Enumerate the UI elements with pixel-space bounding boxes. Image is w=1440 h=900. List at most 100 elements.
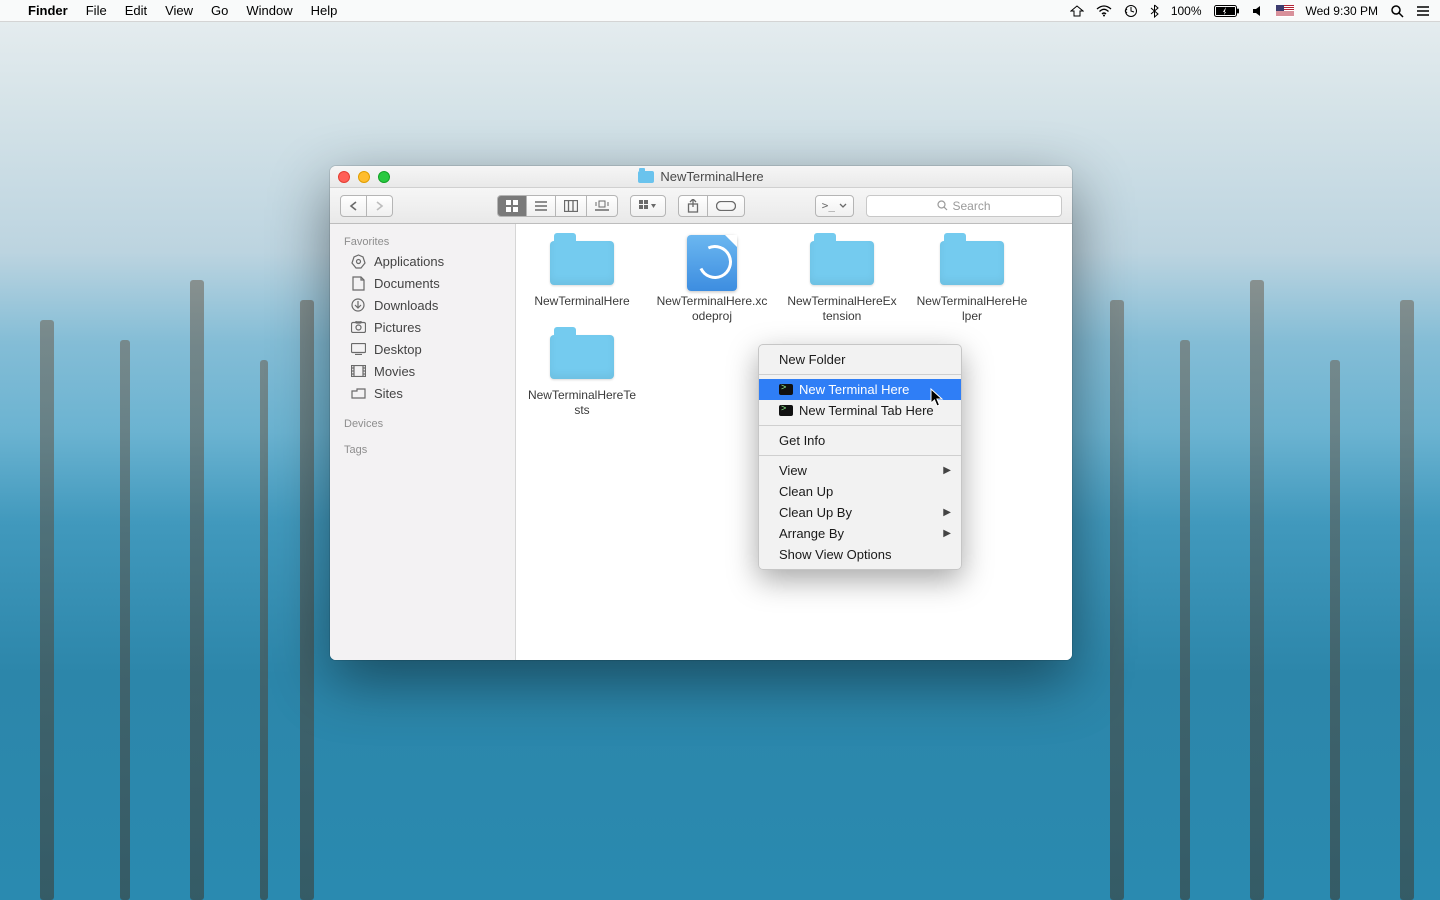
file-item[interactable]: NewTerminalHereExtension xyxy=(786,238,898,324)
status-clock[interactable]: Wed 9:30 PM xyxy=(1306,4,1378,18)
search-field[interactable]: Search xyxy=(866,195,1062,217)
context-menu-label: Clean Up xyxy=(779,484,833,499)
sidebar-item-label: Movies xyxy=(374,364,415,379)
window-titlebar[interactable]: NewTerminalHere xyxy=(330,166,1072,188)
sidebar-item-label: Documents xyxy=(374,276,440,291)
status-input-flag-icon[interactable] xyxy=(1276,5,1294,17)
finder-toolbar: >_ Search xyxy=(330,188,1072,224)
submenu-arrow-icon: ▶ xyxy=(943,507,951,518)
status-notification-icon[interactable] xyxy=(1416,5,1430,17)
context-menu-item[interactable]: Clean Up By ▶ xyxy=(759,502,961,523)
status-battery-percent: 100% xyxy=(1171,4,1202,18)
file-item[interactable]: NewTerminalHere.xcodeproj xyxy=(656,238,768,324)
status-battery-icon[interactable] xyxy=(1214,5,1240,17)
context-menu-separator xyxy=(759,425,961,426)
file-label: NewTerminalHereExtension xyxy=(786,294,898,324)
finder-sidebar: Favorites Applications Documents Downloa… xyxy=(330,224,516,660)
status-sync-icon[interactable] xyxy=(1070,5,1084,17)
movies-icon xyxy=(350,363,366,379)
sidebar-header-devices: Devices xyxy=(330,414,515,432)
menu-view[interactable]: View xyxy=(165,3,193,18)
status-wifi-icon[interactable] xyxy=(1096,5,1112,17)
submenu-arrow-icon: ▶ xyxy=(943,528,951,539)
menubar: Finder File Edit View Go Window Help 100… xyxy=(0,0,1440,22)
view-icon-button[interactable] xyxy=(497,195,527,217)
tags-button[interactable] xyxy=(708,195,745,217)
context-menu-label: New Folder xyxy=(779,352,845,367)
context-menu-separator xyxy=(759,374,961,375)
file-label: NewTerminalHereHelper xyxy=(916,294,1028,324)
sidebar-item-sites[interactable]: Sites xyxy=(330,382,515,404)
folder-icon xyxy=(939,238,1005,288)
submenu-arrow-icon: ▶ xyxy=(943,465,951,476)
status-timemachine-icon[interactable] xyxy=(1124,4,1138,18)
view-coverflow-button[interactable] xyxy=(587,195,618,217)
sidebar-header-tags: Tags xyxy=(330,440,515,458)
menu-edit[interactable]: Edit xyxy=(125,3,147,18)
menu-go[interactable]: Go xyxy=(211,3,228,18)
status-bluetooth-icon[interactable] xyxy=(1150,4,1159,18)
menu-window[interactable]: Window xyxy=(246,3,292,18)
sidebar-item-pictures[interactable]: Pictures xyxy=(330,316,515,338)
xcode-project-icon xyxy=(679,238,745,288)
terminal-icon xyxy=(779,405,793,416)
sidebar-item-label: Applications xyxy=(374,254,444,269)
pictures-icon xyxy=(350,319,366,335)
action-dropdown-button[interactable]: >_ xyxy=(815,195,854,217)
sidebar-item-applications[interactable]: Applications xyxy=(330,250,515,272)
sidebar-item-desktop[interactable]: Desktop xyxy=(330,338,515,360)
view-column-button[interactable] xyxy=(556,195,587,217)
context-menu-item[interactable]: View ▶ xyxy=(759,460,961,481)
sidebar-item-movies[interactable]: Movies xyxy=(330,360,515,382)
file-label: NewTerminalHereTests xyxy=(526,388,638,418)
window-zoom-button[interactable] xyxy=(378,171,390,183)
context-menu-item[interactable]: Get Info xyxy=(759,430,961,451)
menu-file[interactable]: File xyxy=(86,3,107,18)
context-menu-item[interactable]: New Terminal Tab Here xyxy=(759,400,961,421)
context-menu-item[interactable]: Show View Options xyxy=(759,544,961,565)
window-title: NewTerminalHere xyxy=(660,169,763,184)
sidebar-item-label: Pictures xyxy=(374,320,421,335)
sidebar-item-label: Desktop xyxy=(374,342,422,357)
sites-icon xyxy=(350,385,366,401)
status-spotlight-icon[interactable] xyxy=(1390,4,1404,18)
context-menu-label: New Terminal Tab Here xyxy=(799,403,934,418)
view-mode-group xyxy=(497,195,618,217)
documents-icon xyxy=(350,275,366,291)
file-item[interactable]: NewTerminalHereHelper xyxy=(916,238,1028,324)
sidebar-header-favorites: Favorites xyxy=(330,232,515,250)
context-menu: New Folder New Terminal Here New Terminal … xyxy=(758,344,962,570)
search-placeholder: Search xyxy=(952,199,990,213)
context-menu-item[interactable]: Clean Up xyxy=(759,481,961,502)
share-button[interactable] xyxy=(678,195,708,217)
context-menu-label: New Terminal Here xyxy=(799,382,909,397)
context-menu-label: Get Info xyxy=(779,433,825,448)
sidebar-item-downloads[interactable]: Downloads xyxy=(330,294,515,316)
context-menu-label: Show View Options xyxy=(779,547,892,562)
context-menu-label: Clean Up By xyxy=(779,505,852,520)
context-menu-label: View xyxy=(779,463,807,478)
desktop-icon xyxy=(350,341,366,357)
sidebar-item-label: Downloads xyxy=(374,298,438,313)
context-menu-item[interactable]: New Folder xyxy=(759,349,961,370)
arrange-dropdown-button[interactable] xyxy=(630,195,666,217)
nav-forward-button[interactable] xyxy=(367,195,393,217)
menu-help[interactable]: Help xyxy=(311,3,338,18)
status-volume-icon[interactable] xyxy=(1252,5,1264,17)
context-menu-label: Arrange By xyxy=(779,526,844,541)
nav-back-button[interactable] xyxy=(340,195,367,217)
file-label: NewTerminalHere.xcodeproj xyxy=(656,294,768,324)
context-menu-separator xyxy=(759,455,961,456)
sidebar-item-documents[interactable]: Documents xyxy=(330,272,515,294)
applications-icon xyxy=(350,253,366,269)
file-item[interactable]: NewTerminalHereTests xyxy=(526,332,638,418)
context-menu-item[interactable]: Arrange By ▶ xyxy=(759,523,961,544)
sidebar-item-label: Sites xyxy=(374,386,403,401)
context-menu-item[interactable]: New Terminal Here xyxy=(759,379,961,400)
folder-icon xyxy=(549,332,615,382)
window-close-button[interactable] xyxy=(338,171,350,183)
window-minimize-button[interactable] xyxy=(358,171,370,183)
app-menu[interactable]: Finder xyxy=(28,3,68,18)
file-item[interactable]: NewTerminalHere xyxy=(526,238,638,324)
view-list-button[interactable] xyxy=(527,195,556,217)
